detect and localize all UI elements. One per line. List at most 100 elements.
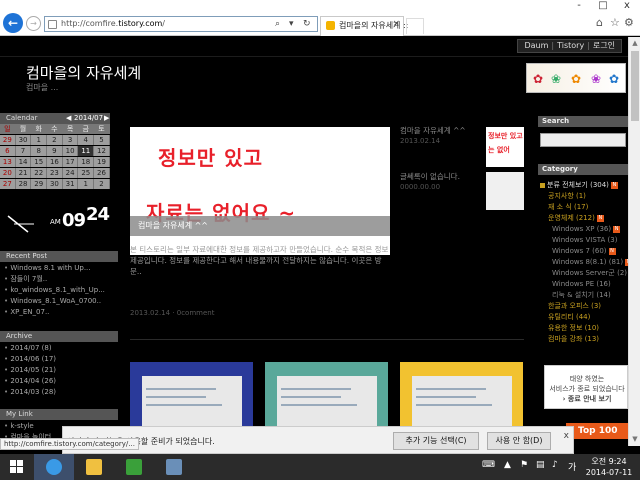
address-url[interactable]: http://comfire.tistory.com/ — [61, 19, 165, 28]
calendar-day[interactable]: 9 — [47, 146, 63, 156]
tab-close-icon[interactable]: × — [392, 19, 400, 29]
keyboard-icon[interactable]: ⌨ — [482, 460, 495, 470]
calendar-day[interactable]: 2 — [94, 179, 110, 189]
address-bar[interactable]: http://comfire.tistory.com/ ⌕ ▾ ↻ — [44, 16, 318, 32]
calendar-day[interactable]: 1 — [31, 135, 48, 145]
calendar-day[interactable]: 30 — [47, 179, 63, 189]
settings-gear-icon[interactable]: ⚙ — [624, 16, 634, 29]
scroll-thumb[interactable] — [631, 51, 639, 121]
close-window-button[interactable]: x — [616, 0, 638, 12]
calendar-day[interactable]: 12 — [94, 146, 110, 156]
category-item[interactable]: Windows PE (16) — [540, 279, 628, 290]
calendar-day[interactable]: 30 — [15, 135, 32, 145]
calendar-day[interactable]: 5 — [94, 135, 110, 145]
vertical-scrollbar[interactable]: ▲ ▼ — [628, 37, 640, 446]
header-banner-image[interactable]: ✿ ❀ ✿ ❀ ✿ — [526, 63, 626, 93]
calendar-day[interactable]: 14 — [15, 157, 32, 167]
search-input[interactable] — [540, 133, 626, 147]
calendar-day[interactable]: 25 — [78, 168, 95, 178]
category-item[interactable]: Windows 8(8.1) (81)N — [540, 257, 628, 268]
recent-post-item[interactable]: 잠들이 7월.. — [0, 274, 118, 285]
category-item[interactable]: Windows XP (36) N — [540, 224, 628, 235]
calendar-day[interactable]: 31 — [62, 179, 79, 189]
taskbar-clock[interactable]: 오전 9:24 2014-07-11 — [584, 456, 634, 478]
network-icon[interactable]: ▤ — [536, 460, 545, 470]
calendar-day[interactable]: 29 — [31, 179, 48, 189]
featured-post-caption[interactable]: 컴마을 자유세계 ^^ — [130, 216, 390, 236]
category-item[interactable]: Windows Server군 (2)N — [540, 268, 628, 279]
refresh-icon[interactable]: ↻ — [303, 19, 311, 29]
ad-box[interactable]: 태양 하였는 서비스가 종료 되었습니다 › 종료 안내 보기 — [544, 365, 628, 409]
calendar-day[interactable]: 26 — [94, 168, 110, 178]
archive-item[interactable]: 2014/07 (8) — [0, 343, 118, 354]
recent-post-item[interactable]: XP_EN_07.. — [0, 307, 118, 318]
category-item[interactable]: 한글과 오피스 (3) — [540, 301, 628, 312]
ad-link[interactable]: › 종료 안내 보기 — [545, 394, 628, 404]
taskbar-explorer-button[interactable] — [74, 454, 114, 480]
blog-title[interactable]: 컴마을의 자유세계 — [26, 62, 141, 83]
calendar-day[interactable]: 28 — [15, 179, 32, 189]
calendar-day[interactable]: 10 — [62, 146, 79, 156]
calendar-day[interactable]: 4 — [78, 135, 95, 145]
calendar-day[interactable]: 6 — [0, 146, 16, 156]
calendar-day[interactable]: 8 — [31, 146, 48, 156]
archive-item[interactable]: 2014/06 (17) — [0, 354, 118, 365]
calendar-day[interactable]: 16 — [47, 157, 63, 167]
calendar-day[interactable]: 13 — [0, 157, 16, 167]
daum-link[interactable]: Daum — [524, 41, 548, 50]
archive-item[interactable]: 2014/04 (26) — [0, 376, 118, 387]
calendar-day[interactable]: 29 — [0, 135, 16, 145]
volume-icon[interactable]: ♪ — [552, 460, 558, 470]
calendar-next-icon[interactable]: ▶ — [104, 113, 109, 124]
recent-post-item[interactable]: Windows 8.1 with Up... — [0, 263, 118, 274]
favorites-icon[interactable]: ☆ — [610, 16, 620, 29]
calendar-day[interactable]: 17 — [62, 157, 79, 167]
calendar-day[interactable]: 19 — [94, 157, 110, 167]
category-item[interactable]: 유용한 정보 (10) — [540, 323, 628, 334]
calendar-prev-icon[interactable]: ◀ — [66, 113, 71, 124]
calendar-day[interactable]: 21 — [15, 168, 32, 178]
calendar-day[interactable]: 7 — [15, 146, 32, 156]
category-item[interactable]: 운영체제 (212) N — [540, 213, 628, 224]
maximize-button[interactable]: □ — [592, 0, 614, 12]
calendar-day[interactable]: 20 — [0, 168, 16, 178]
calendar-day[interactable]: 1 — [78, 179, 95, 189]
ime-icon[interactable]: 가 — [568, 460, 576, 473]
forward-button[interactable]: → — [26, 16, 41, 31]
calendar-day[interactable]: 18 — [78, 157, 95, 167]
calendar-day[interactable]: 3 — [62, 135, 79, 145]
archive-item[interactable]: 2014/03 (28) — [0, 387, 118, 398]
select-addons-button[interactable]: 추가 기능 선택(C) — [393, 432, 479, 450]
tistory-link[interactable]: Tistory — [557, 41, 584, 50]
category-item[interactable]: 유틸리티 (44) — [540, 312, 628, 323]
scroll-down-icon[interactable]: ▼ — [629, 435, 640, 443]
category-item[interactable]: 분류 전체보기 (304) N — [540, 180, 628, 191]
minimize-button[interactable]: - — [568, 0, 590, 12]
category-item[interactable]: Windows 7 (60) N — [540, 246, 628, 257]
side-post-title[interactable]: 글쎄록이 없습니다. — [400, 171, 460, 182]
calendar-day[interactable]: 11 — [78, 146, 95, 156]
calendar-day[interactable]: 2 — [47, 135, 63, 145]
compat-icon[interactable]: ▾ — [289, 19, 294, 29]
taskbar-app-button[interactable] — [154, 454, 194, 480]
action-center-flag-icon[interactable]: ⚑ — [520, 460, 528, 470]
home-icon[interactable]: ⌂ — [596, 16, 603, 29]
category-item[interactable]: 컴마을 강좌 (13) — [540, 334, 628, 345]
scroll-up-icon[interactable]: ▲ — [629, 39, 640, 47]
recent-post-item[interactable]: ko_windows_8.1_with_Up... — [0, 285, 118, 296]
top100-badge[interactable]: Top 100 — [566, 423, 628, 439]
notification-close-icon[interactable]: x — [564, 431, 569, 441]
category-item[interactable]: Windows VISTA (3) — [540, 235, 628, 246]
search-icon[interactable]: ⌕ — [275, 19, 280, 29]
tab-active[interactable]: 컴마을의 자유세계 :: × — [320, 16, 408, 36]
tray-up-icon[interactable]: ▲ — [504, 460, 511, 470]
category-item[interactable]: 재 소 식 (17) — [540, 202, 628, 213]
taskbar-ie-button[interactable] — [34, 454, 74, 480]
recent-post-item[interactable]: Windows_8.1_WoA_0700.. — [0, 296, 118, 307]
calendar-day[interactable]: 23 — [47, 168, 63, 178]
calendar-day[interactable]: 22 — [31, 168, 48, 178]
calendar-day[interactable]: 15 — [31, 157, 48, 167]
login-link[interactable]: 로그인 — [593, 41, 615, 50]
category-item[interactable]: 공지사항 (1) — [540, 191, 628, 202]
calendar-day[interactable]: 24 — [62, 168, 79, 178]
